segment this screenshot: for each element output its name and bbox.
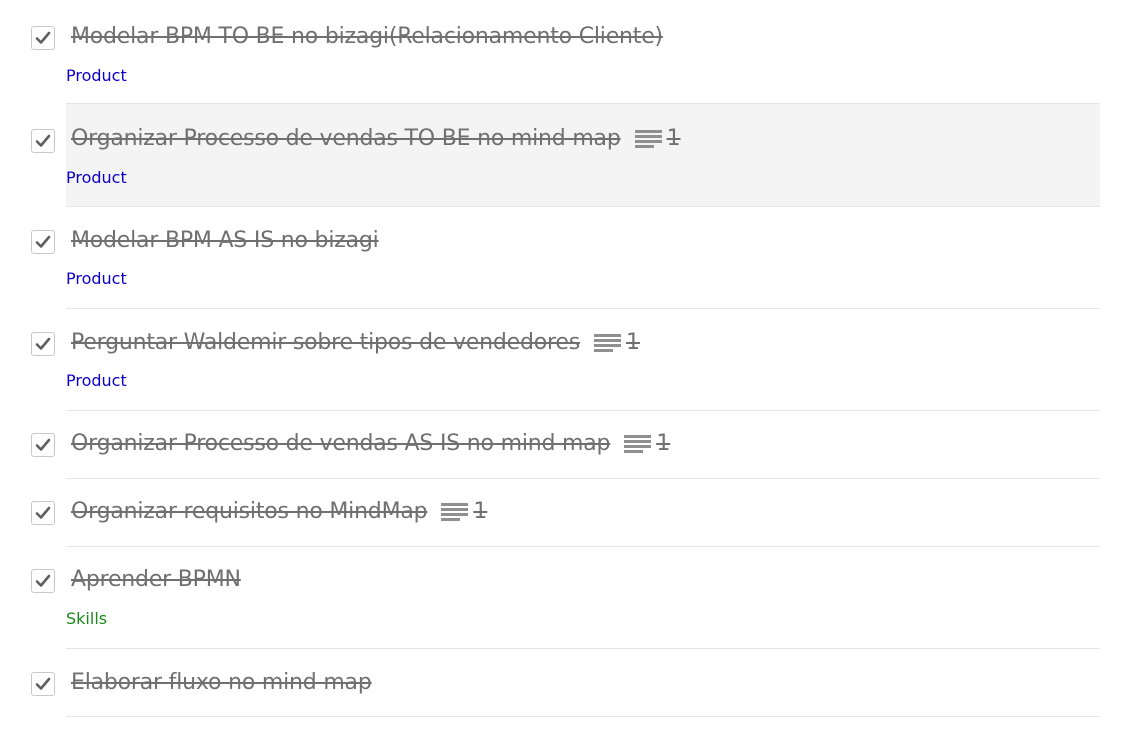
- task-item[interactable]: Organizar requisitos no MindMap 1: [0, 479, 1146, 547]
- task-title[interactable]: Organizar Processo de vendas AS IS no mi…: [71, 431, 670, 456]
- checkmark-icon: [35, 134, 51, 147]
- task-title-text: Perguntar Waldemir sobre tipos de vended…: [71, 330, 580, 355]
- task-background: [66, 207, 1100, 309]
- task-title-text: Organizar requisitos no MindMap: [71, 499, 428, 524]
- task-title-text: Elaborar fluxo no mind map: [71, 670, 372, 695]
- tag-skills[interactable]: Skills: [66, 609, 107, 628]
- task-title-text: Organizar Processo de vendas AS IS no mi…: [71, 431, 611, 456]
- task-item[interactable]: Perguntar Waldemir sobre tipos de vended…: [0, 309, 1146, 411]
- task-background: [66, 104, 1100, 207]
- checkmark-icon: [35, 438, 51, 451]
- task-checkbox[interactable]: [31, 672, 55, 696]
- notes-indicator[interactable]: 1: [634, 126, 681, 151]
- task-title-text: Modelar BPM AS IS no bizagi: [71, 228, 379, 253]
- notes-count: 1: [625, 330, 640, 355]
- task-background: [66, 309, 1100, 411]
- row-divider: [66, 716, 1100, 717]
- task-checkbox[interactable]: [31, 26, 55, 50]
- task-title[interactable]: Perguntar Waldemir sobre tipos de vended…: [71, 330, 640, 355]
- task-checkbox[interactable]: [31, 433, 55, 457]
- notes-count: 1: [473, 499, 488, 524]
- notes-icon: [441, 502, 469, 521]
- notes-indicator[interactable]: 1: [441, 499, 487, 524]
- task-title-text: Aprender BPMN: [71, 567, 241, 592]
- checkmark-icon: [35, 337, 51, 350]
- task-item[interactable]: Organizar Processo de vendas TO BE no mi…: [0, 104, 1146, 207]
- task-item[interactable]: Modelar BPM AS IS no bizagi Product: [0, 207, 1146, 309]
- task-title[interactable]: Elaborar fluxo no mind map: [71, 670, 372, 695]
- notes-icon: [593, 333, 621, 352]
- notes-icon: [624, 434, 652, 453]
- checkmark-icon: [35, 574, 51, 587]
- task-title[interactable]: Modelar BPM AS IS no bizagi: [71, 228, 379, 253]
- task-checkbox[interactable]: [31, 129, 55, 153]
- task-title[interactable]: Aprender BPMN: [71, 567, 241, 592]
- task-checkbox[interactable]: [31, 332, 55, 356]
- tag-product[interactable]: Product: [66, 269, 127, 288]
- task-list: Modelar BPM TO BE no bizagi(Relacionamen…: [0, 0, 1146, 717]
- notes-count: 1: [666, 126, 681, 151]
- task-checkbox[interactable]: [31, 230, 55, 254]
- tag-product[interactable]: Product: [66, 66, 127, 85]
- task-item[interactable]: Aprender BPMN Skills: [0, 547, 1146, 649]
- task-title-text: Modelar BPM TO BE no bizagi(Relacionamen…: [71, 24, 663, 49]
- tag-product[interactable]: Product: [66, 371, 127, 390]
- task-item[interactable]: Elaborar fluxo no mind map: [0, 649, 1146, 717]
- task-checkbox[interactable]: [31, 501, 55, 525]
- notes-indicator[interactable]: 1: [624, 431, 670, 456]
- task-title-text: Organizar Processo de vendas TO BE no mi…: [71, 126, 621, 151]
- notes-count: 1: [656, 431, 671, 456]
- tag-product[interactable]: Product: [66, 168, 127, 187]
- task-item[interactable]: Modelar BPM TO BE no bizagi(Relacionamen…: [0, 0, 1146, 104]
- notes-icon: [634, 129, 662, 148]
- checkmark-icon: [35, 677, 51, 690]
- checkmark-icon: [35, 31, 51, 44]
- checkmark-icon: [35, 235, 51, 248]
- checkmark-icon: [35, 506, 51, 519]
- task-title[interactable]: Modelar BPM TO BE no bizagi(Relacionamen…: [71, 24, 663, 49]
- notes-indicator[interactable]: 1: [593, 330, 640, 355]
- task-background: [66, 547, 1100, 649]
- task-title[interactable]: Organizar Processo de vendas TO BE no mi…: [71, 126, 681, 151]
- task-background: [66, 0, 1100, 104]
- task-checkbox[interactable]: [31, 569, 55, 593]
- task-item[interactable]: Organizar Processo de vendas AS IS no mi…: [0, 411, 1146, 479]
- task-title[interactable]: Organizar requisitos no MindMap 1: [71, 499, 487, 524]
